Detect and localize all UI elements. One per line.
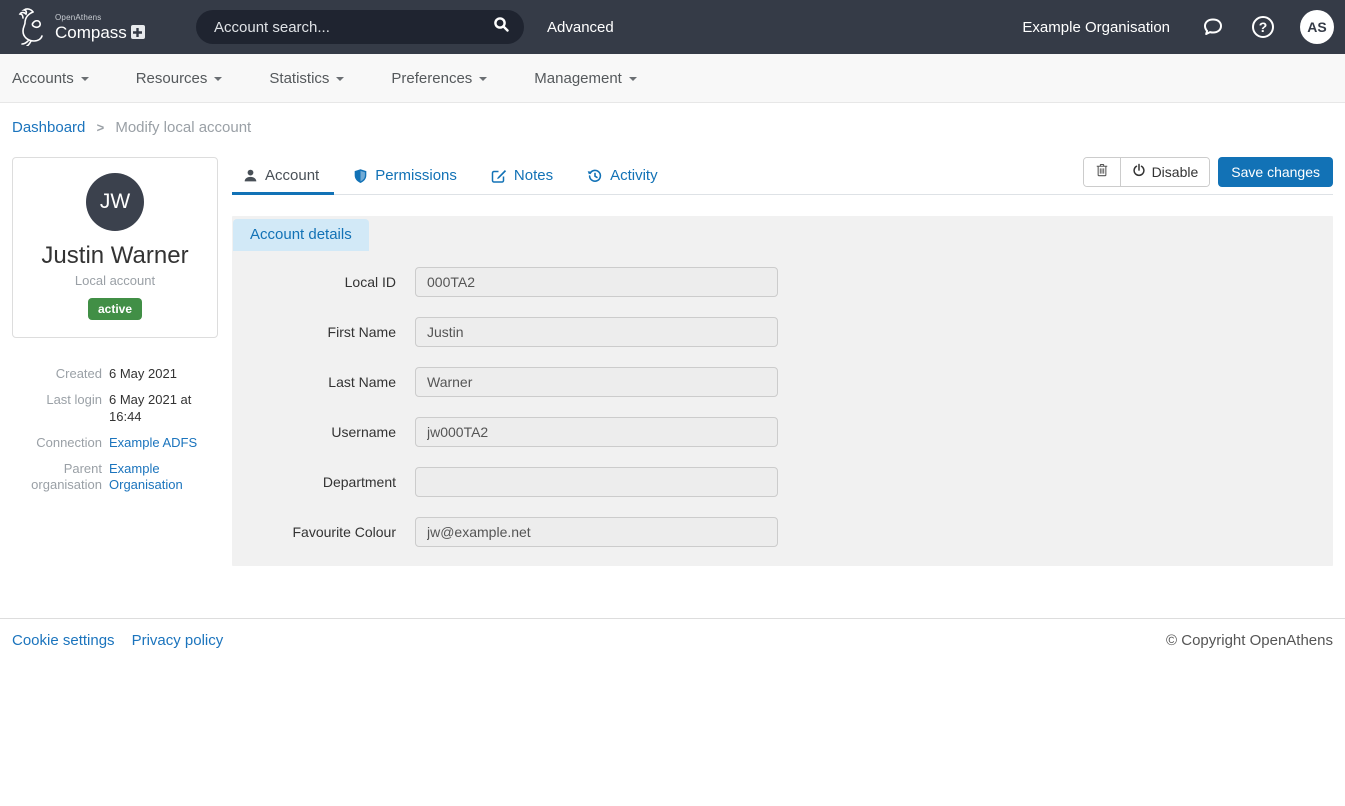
local-id-input[interactable] (415, 267, 778, 297)
meta-created: Created 6 May 2021 (12, 366, 218, 382)
account-search-input[interactable] (214, 19, 493, 36)
menu-preferences[interactable]: Preferences (391, 70, 510, 87)
department-input[interactable] (415, 467, 778, 497)
tab-notes[interactable]: Notes (480, 158, 568, 195)
status-badge: active (88, 298, 142, 320)
chevron-down-icon (629, 77, 637, 81)
tab-account[interactable]: Account (232, 158, 334, 195)
plus-badge-icon (131, 25, 145, 39)
chevron-down-icon (336, 77, 344, 81)
copyright-text: © Copyright OpenAthens (1166, 632, 1333, 649)
breadcrumb-current: Modify local account (115, 119, 251, 136)
tab-activity[interactable]: Activity (576, 158, 673, 195)
parent-organisation-link[interactable]: Example Organisation (109, 461, 183, 492)
account-tabbar: Account Permissions Notes (232, 157, 1333, 195)
tab-permissions[interactable]: Permissions (342, 158, 472, 195)
account-details-panel: Account details Local ID First Name Last… (232, 216, 1333, 566)
menu-management[interactable]: Management (534, 70, 660, 87)
username-input[interactable] (415, 417, 778, 447)
field-favourite-colour: Favourite Colour (232, 517, 1333, 547)
field-local-id: Local ID (232, 267, 1333, 297)
account-details-form: Local ID First Name Last Name Username D… (232, 267, 1333, 547)
brand-small-label: OpenAthens (55, 14, 145, 22)
field-username: Username (232, 417, 1333, 447)
owl-logo-icon (11, 4, 51, 51)
favourite-colour-input[interactable] (415, 517, 778, 547)
account-search-box[interactable] (196, 10, 524, 44)
save-changes-button[interactable]: Save changes (1218, 157, 1333, 187)
meta-last-login: Last login 6 May 2021 at 16:44 (12, 392, 218, 425)
field-department: Department (232, 467, 1333, 497)
advanced-search-link[interactable]: Advanced (547, 19, 614, 36)
menu-resources[interactable]: Resources (136, 70, 246, 87)
account-type-label: Local account (21, 273, 209, 288)
person-icon (243, 168, 258, 183)
help-icon[interactable]: ? (1250, 14, 1276, 40)
brand-name-label: Compass (55, 24, 127, 41)
chevron-down-icon (479, 77, 487, 81)
page-footer: Cookie settings Privacy policy © Copyrig… (0, 618, 1345, 662)
shield-icon (353, 168, 368, 184)
account-actions: Disable Save changes (1083, 157, 1333, 187)
trash-icon (1095, 163, 1109, 181)
menu-accounts[interactable]: Accounts (12, 70, 112, 87)
pencil-square-icon (491, 168, 507, 184)
account-summary-sidebar: JW Justin Warner Local account active Cr… (12, 157, 218, 504)
breadcrumb-dashboard-link[interactable]: Dashboard (12, 119, 85, 136)
profile-name: Justin Warner (21, 242, 209, 270)
meta-parent-organisation: Parent organisation Example Organisation (12, 461, 218, 494)
user-avatar[interactable]: AS (1300, 10, 1334, 44)
organisation-name[interactable]: Example Organisation (1022, 19, 1170, 36)
chevron-down-icon (81, 77, 89, 81)
profile-card: JW Justin Warner Local account active (12, 157, 218, 338)
breadcrumb: Dashboard > Modify local account (0, 103, 1345, 136)
privacy-policy-link[interactable]: Privacy policy (132, 632, 224, 649)
cookie-settings-link[interactable]: Cookie settings (12, 632, 115, 649)
chat-icon[interactable] (1200, 14, 1226, 40)
profile-avatar: JW (86, 173, 144, 231)
main-menu: Accounts Resources Statistics Preference… (0, 54, 1345, 103)
account-meta: Created 6 May 2021 Last login 6 May 2021… (12, 366, 218, 494)
delete-button[interactable] (1084, 158, 1120, 186)
disable-button[interactable]: Disable (1120, 158, 1210, 186)
openathens-compass-logo[interactable]: OpenAthens Compass (11, 4, 196, 51)
history-icon (587, 168, 603, 184)
menu-statistics[interactable]: Statistics (269, 70, 367, 87)
first-name-input[interactable] (415, 317, 778, 347)
connection-link[interactable]: Example ADFS (109, 435, 197, 450)
field-last-name: Last Name (232, 367, 1333, 397)
search-icon[interactable] (493, 16, 510, 38)
chevron-down-icon (214, 77, 222, 81)
breadcrumb-separator: > (97, 120, 105, 135)
top-navbar: OpenAthens Compass Advanced Example Orga… (0, 0, 1345, 54)
last-name-input[interactable] (415, 367, 778, 397)
power-icon (1132, 163, 1146, 181)
account-details-tab[interactable]: Account details (233, 219, 369, 251)
field-first-name: First Name (232, 317, 1333, 347)
meta-connection: Connection Example ADFS (12, 435, 218, 451)
